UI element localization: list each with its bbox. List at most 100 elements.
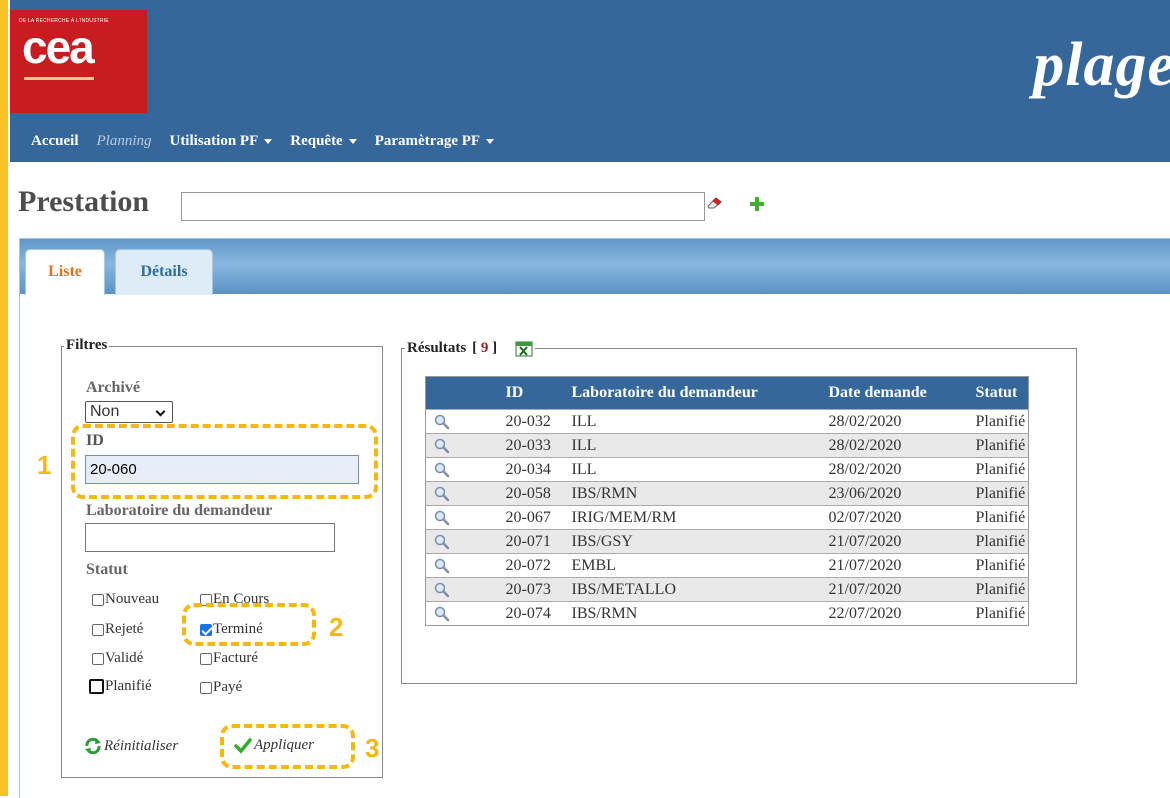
reset-label: Réinitialiser: [104, 737, 179, 754]
checkbox[interactable]: [200, 652, 212, 665]
annotation-number-3: 3: [365, 733, 380, 763]
results-table: ID Laboratoire du demandeur Date demande…: [425, 376, 1029, 626]
reset-button[interactable]: Réinitialiser: [84, 737, 178, 755]
view-cell: [425, 601, 498, 626]
col-header-id[interactable]: ID: [497, 376, 564, 410]
nav-item-utilisation-pf[interactable]: Utilisation PF: [169, 133, 273, 150]
annotation-box-2: [182, 603, 316, 646]
cell-lab: ILL: [563, 457, 821, 482]
status-nouveau-checkbox[interactable]: Nouveau: [92, 591, 159, 608]
magnifier-icon[interactable]: [434, 606, 450, 622]
status-facture-checkbox[interactable]: Facturé: [200, 650, 258, 667]
checkbox[interactable]: [92, 652, 104, 665]
table-row[interactable]: 20-071 IBS/GSY 21/07/2020 Planifié: [425, 529, 1029, 554]
lab-input[interactable]: [85, 523, 335, 552]
cell-id: 20-073: [497, 577, 564, 602]
cell-lab: ILL: [563, 409, 821, 434]
excel-export-icon[interactable]: [515, 341, 533, 357]
view-cell: [425, 529, 498, 554]
magnifier-icon[interactable]: [434, 462, 450, 478]
table-row[interactable]: 20-034 ILL 28/02/2020 Planifié: [425, 457, 1029, 482]
logo-underline: [24, 77, 94, 80]
status-valide-checkbox[interactable]: Validé: [92, 650, 143, 667]
add-icon[interactable]: [750, 197, 764, 211]
cell-id: 20-032: [497, 409, 564, 434]
results-count-value: 9: [480, 340, 489, 356]
cell-statut: Planifié: [967, 481, 1029, 506]
col-header-view: [425, 376, 498, 410]
tab-details[interactable]: Détails: [115, 249, 213, 295]
caret-down-icon: [264, 139, 273, 144]
magnifier-icon[interactable]: [434, 534, 450, 550]
cell-id: 20-071: [497, 529, 564, 554]
cell-lab: IRIG/MEM/RM: [563, 505, 821, 530]
table-header-row: ID Laboratoire du demandeur Date demande…: [425, 376, 1029, 410]
cell-statut: Planifié: [967, 577, 1029, 602]
cell-id: 20-067: [497, 505, 564, 530]
cell-statut: Planifié: [967, 457, 1029, 482]
app-brand: plage: [1033, 31, 1170, 99]
nav-item-planning[interactable]: Planning: [96, 133, 151, 150]
caret-down-icon: [348, 139, 357, 144]
results-title: Résultats: [407, 340, 467, 356]
col-header-date[interactable]: Date demande: [820, 376, 968, 410]
left-accent-bar: [0, 0, 8, 796]
checkbox-focused[interactable]: [89, 679, 104, 694]
view-cell: [425, 409, 498, 434]
filters-legend: Filtres: [64, 337, 110, 354]
view-cell: [425, 481, 498, 506]
cell-statut: Planifié: [967, 409, 1029, 434]
magnifier-icon[interactable]: [434, 582, 450, 598]
magnifier-icon[interactable]: [434, 414, 450, 430]
nav-item-parametrage-pf[interactable]: Paramètrage PF: [375, 133, 495, 150]
tab-liste[interactable]: Liste: [25, 249, 105, 295]
archive-value: Non: [90, 403, 120, 420]
cell-date: 21/07/2020: [820, 577, 968, 602]
magnifier-icon[interactable]: [434, 438, 450, 454]
col-header-statut[interactable]: Statut: [967, 376, 1029, 410]
col-header-lab[interactable]: Laboratoire du demandeur: [563, 376, 821, 410]
results-count: [ 9 ]: [472, 340, 498, 356]
tab-label: Liste: [48, 263, 82, 280]
table-row[interactable]: 20-033 ILL 28/02/2020 Planifié: [425, 433, 1029, 458]
results-body: 20-032 ILL 28/02/2020 Planifié 20-033 ILL 28/0…: [425, 409, 1029, 626]
nav-item-accueil[interactable]: Accueil: [31, 133, 78, 150]
status-rejete-checkbox[interactable]: Rejeté: [92, 621, 143, 638]
checkbox[interactable]: [92, 593, 104, 606]
status-planifie-checkbox[interactable]: Planifié: [89, 678, 152, 695]
cell-statut: Planifié: [967, 505, 1029, 530]
table-row[interactable]: 20-058 IBS/RMN 23/06/2020 Planifié: [425, 481, 1029, 506]
checkbox-label: Planifié: [105, 678, 152, 694]
cell-statut: Planifié: [967, 553, 1029, 578]
table-row[interactable]: 20-032 ILL 28/02/2020 Planifié: [425, 409, 1029, 434]
cell-id: 20-034: [497, 457, 564, 482]
cell-id: 20-074: [497, 601, 564, 626]
table-row[interactable]: 20-074 IBS/RMN 22/07/2020 Planifié: [425, 601, 1029, 626]
tab-label: Détails: [140, 263, 188, 280]
table-row[interactable]: 20-067 IRIG/MEM/RM 02/07/2020 Planifié: [425, 505, 1029, 530]
table-row[interactable]: 20-073 IBS/METALLO 21/07/2020 Planifié: [425, 577, 1029, 602]
checkbox[interactable]: [200, 681, 212, 694]
checkbox-label: Nouveau: [105, 591, 160, 607]
cea-logo[interactable]: DE LA RECHERCHE À L'INDUSTRIE cea: [10, 10, 147, 113]
caret-down-icon: [486, 139, 495, 144]
cell-date: 21/07/2020: [820, 553, 968, 578]
magnifier-icon[interactable]: [434, 558, 450, 574]
prestation-search-input[interactable]: [181, 192, 705, 221]
logo-text: cea: [22, 21, 95, 73]
cell-statut: Planifié: [967, 529, 1029, 554]
cell-date: 22/07/2020: [820, 601, 968, 626]
table-row[interactable]: 20-072 EMBL 21/07/2020 Planifié: [425, 553, 1029, 578]
checkbox[interactable]: [92, 623, 104, 636]
view-cell: [425, 457, 498, 482]
archive-select[interactable]: Non: [85, 401, 173, 423]
checkbox-label: Facturé: [213, 650, 258, 666]
nav-item-requete[interactable]: Requête: [290, 133, 357, 150]
results-legend: Résultats [ 9 ]: [405, 340, 536, 357]
view-cell: [425, 553, 498, 578]
magnifier-icon[interactable]: [434, 510, 450, 526]
eraser-icon[interactable]: [706, 197, 722, 209]
magnifier-icon[interactable]: [434, 486, 450, 502]
status-paye-checkbox[interactable]: Payé: [200, 679, 242, 696]
nav-label: Requête: [290, 133, 343, 149]
